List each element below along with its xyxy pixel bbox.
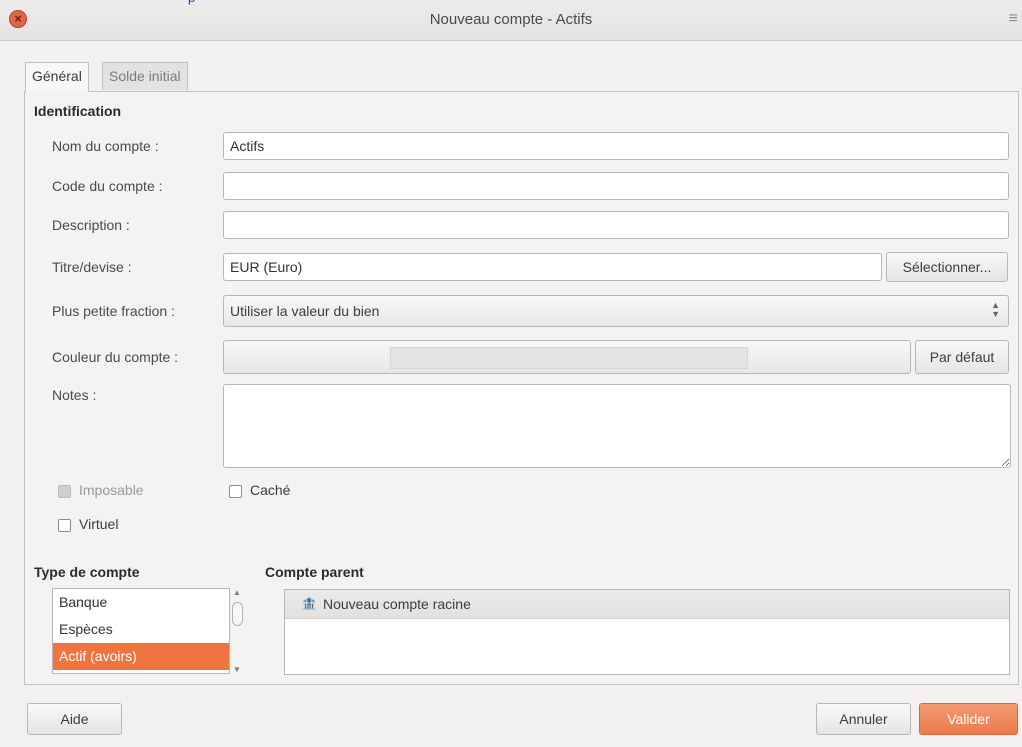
scroll-up-icon[interactable]: ▲ <box>233 588 241 597</box>
spin-arrows-icon: ▲ ▼ <box>991 300 1000 319</box>
select-security-button[interactable]: Sélectionner... <box>886 252 1008 282</box>
ok-button[interactable]: Valider <box>919 703 1018 735</box>
tab-general[interactable]: Général <box>25 62 89 92</box>
description-field[interactable] <box>223 211 1009 239</box>
list-item[interactable]: Espèces <box>53 616 229 643</box>
placeholder-label[interactable]: Virtuel <box>79 516 118 532</box>
smallest-fraction-select[interactable]: Utiliser la valeur du bien ▲ ▼ <box>223 295 1009 327</box>
security-field[interactable] <box>223 253 882 281</box>
account-name-field[interactable] <box>223 132 1009 160</box>
account-type-heading: Type de compte <box>34 564 140 580</box>
notes-label: Notes : <box>52 387 97 403</box>
hidden-label[interactable]: Caché <box>250 482 290 498</box>
taxable-label: Imposable <box>79 482 144 498</box>
account-code-field[interactable] <box>223 172 1009 200</box>
bank-icon: 🏦 <box>301 596 318 611</box>
list-item[interactable]: Banque <box>53 589 229 616</box>
placeholder-checkbox[interactable] <box>58 519 71 532</box>
tab-opening-balance[interactable]: Solde initial <box>102 62 188 90</box>
identification-heading: Identification <box>34 103 122 119</box>
account-code-label: Code du compte : <box>52 178 163 194</box>
top-link[interactable]: p <box>188 0 195 5</box>
hidden-checkbox[interactable] <box>229 485 242 498</box>
tree-row[interactable]: 🏦 Nouveau compte racine <box>285 590 1009 619</box>
smallest-fraction-label: Plus petite fraction : <box>52 303 175 319</box>
tree-row-label: Nouveau compte racine <box>323 596 471 612</box>
window-title: Nouveau compte - Actifs <box>429 11 593 28</box>
color-swatch <box>390 347 748 369</box>
taxable-checkbox <box>58 485 71 498</box>
account-type-list[interactable]: Banque Espèces Actif (avoirs) <box>52 588 230 674</box>
notes-field[interactable] <box>223 384 1011 468</box>
security-label: Titre/devise : <box>52 259 132 275</box>
menu-icon[interactable]: ≡ <box>1009 10 1018 28</box>
cancel-button[interactable]: Annuler <box>816 703 911 735</box>
account-color-label: Couleur du compte : <box>52 349 179 365</box>
help-button[interactable]: Aide <box>27 703 122 735</box>
description-label: Description : <box>52 217 130 233</box>
list-item-selected[interactable]: Actif (avoirs) <box>53 643 229 670</box>
default-color-button[interactable]: Par défaut <box>915 340 1009 374</box>
account-type-scrollbar[interactable]: ▲ ▼ <box>231 588 245 674</box>
smallest-fraction-value: Utiliser la valeur du bien <box>230 303 380 319</box>
parent-account-tree[interactable]: 🏦 Nouveau compte racine <box>284 589 1010 675</box>
scroll-thumb[interactable] <box>232 602 243 626</box>
account-name-label: Nom du compte : <box>52 138 159 154</box>
parent-account-heading: Compte parent <box>265 564 364 580</box>
title-bar: × Nouveau compte - Actifs ≡ <box>0 0 1022 41</box>
account-color-button[interactable] <box>223 340 911 374</box>
scroll-down-icon[interactable]: ▼ <box>233 665 241 674</box>
